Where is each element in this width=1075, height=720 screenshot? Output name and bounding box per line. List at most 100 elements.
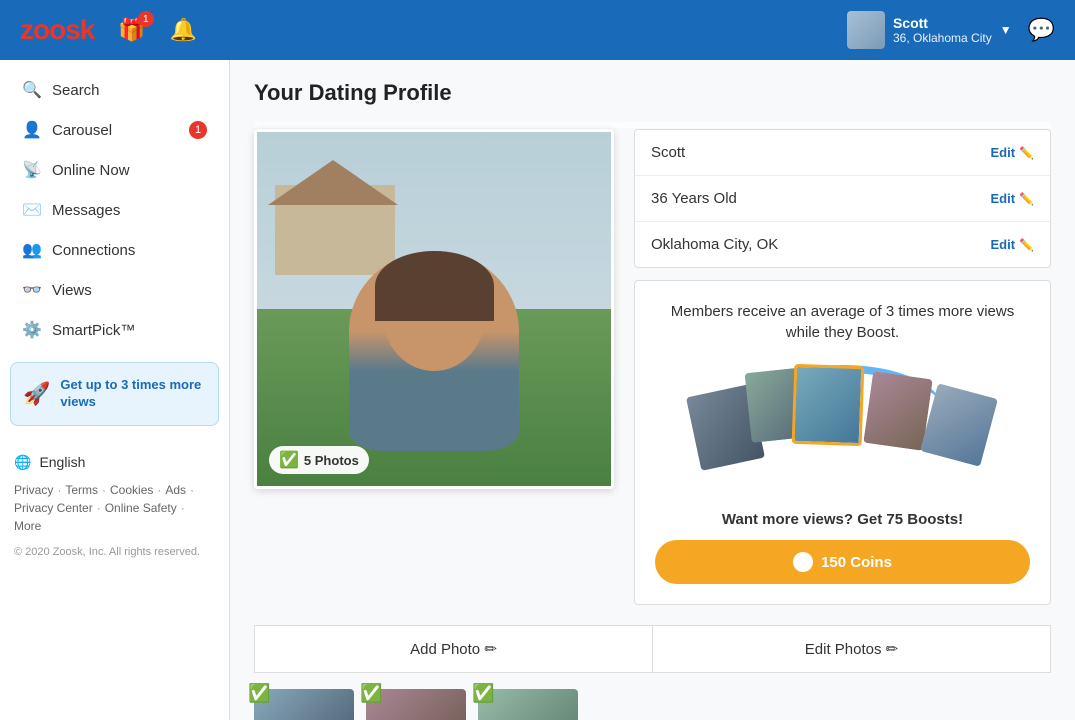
- coins-button[interactable]: 150 Coins: [655, 540, 1030, 584]
- roof: [268, 160, 398, 205]
- bell-icon[interactable]: 🔔: [170, 17, 197, 43]
- sidebar-item-messages[interactable]: ✉️ Messages: [10, 190, 219, 230]
- privacy-center-link[interactable]: Privacy Center: [14, 501, 93, 515]
- online-safety-link[interactable]: Online Safety: [105, 501, 177, 515]
- copyright: © 2020 Zoosk, Inc. All rights reserved.: [14, 545, 215, 560]
- sidebar-nav: 🔍 Search 👤 Carousel 1 📡 Online Now ✉️ Me…: [0, 70, 229, 350]
- sidebar: 🔍 Search 👤 Carousel 1 📡 Online Now ✉️ Me…: [0, 60, 230, 720]
- slider-top: [254, 122, 1051, 128]
- search-icon: 🔍: [22, 80, 42, 100]
- ads-link[interactable]: Ads: [165, 483, 186, 497]
- edit-age-button[interactable]: Edit ✏️: [990, 191, 1034, 206]
- messages-nav-icon: ✉️: [22, 200, 42, 220]
- user-age-value: 36 Years Old: [651, 190, 737, 207]
- info-panel: Scott Edit ✏️ 36 Years Old Edit ✏️: [634, 129, 1051, 605]
- boost-photo-4: [863, 371, 932, 451]
- logo[interactable]: zoosk: [20, 14, 94, 46]
- main-layout: 🔍 Search 👤 Carousel 1 📡 Online Now ✉️ Me…: [0, 60, 1075, 720]
- thumb-check-2: ✅: [360, 683, 382, 704]
- user-menu[interactable]: Scott 36, Oklahoma City ▼: [847, 11, 1012, 49]
- thumbnail-strip: ✅ ✅ ✅: [254, 673, 1051, 720]
- edit-location-button[interactable]: Edit ✏️: [990, 237, 1034, 252]
- add-photo-button[interactable]: Add Photo ✏: [254, 625, 652, 673]
- photo-count-text: 5 Photos: [304, 453, 359, 468]
- coins-label: 150 Coins: [821, 554, 892, 571]
- photo-placeholder: [257, 132, 611, 486]
- info-row-name: Scott Edit ✏️: [635, 130, 1050, 176]
- sidebar-label-smartpick: SmartPick™: [52, 322, 135, 339]
- sidebar-item-connections[interactable]: 👥 Connections: [10, 230, 219, 270]
- connections-icon: 👥: [22, 240, 42, 260]
- edit-name-button[interactable]: Edit ✏️: [990, 145, 1034, 160]
- main-content: Your Dating Profile: [230, 60, 1075, 720]
- sidebar-item-views[interactable]: 👓 Views: [10, 270, 219, 310]
- page-title: Your Dating Profile: [254, 80, 1051, 106]
- online-now-icon: 📡: [22, 160, 42, 180]
- info-row-location: Oklahoma City, OK Edit ✏️: [635, 222, 1050, 267]
- thumb-check-3: ✅: [472, 683, 494, 704]
- hair: [375, 251, 494, 321]
- thumb-1[interactable]: ✅: [254, 689, 354, 720]
- boost-box[interactable]: 🚀 Get up to 3 times more views: [10, 362, 219, 426]
- terms-link[interactable]: Terms: [65, 483, 98, 497]
- avatar: [847, 11, 885, 49]
- logo-text: zo: [20, 14, 49, 45]
- boost-photo-3: [791, 364, 864, 446]
- pencil-icon-2: ✏️: [1019, 192, 1034, 206]
- carousel-icon: 👤: [22, 120, 42, 140]
- boost-card-title: Members receive an average of 3 times mo…: [655, 301, 1030, 343]
- sidebar-label-views: Views: [52, 282, 92, 299]
- main-photo[interactable]: ✅ 5 Photos: [254, 129, 614, 489]
- pencil-icon: ✏️: [1019, 146, 1034, 160]
- rocket-icon: 🚀: [23, 381, 50, 407]
- person-shape: [349, 251, 519, 451]
- user-name: Scott: [893, 15, 992, 31]
- pencil-icon-3: ✏️: [1019, 238, 1034, 252]
- user-location-header: 36, Oklahoma City: [893, 31, 992, 45]
- thumb-3[interactable]: ✅: [478, 689, 578, 720]
- user-name-value: Scott: [651, 144, 685, 161]
- chevron-down-icon: ▼: [1000, 23, 1012, 37]
- bottom-actions: Add Photo ✏ Edit Photos ✏: [254, 625, 1051, 673]
- sidebar-label-messages: Messages: [52, 202, 120, 219]
- privacy-link[interactable]: Privacy: [14, 483, 53, 497]
- sidebar-footer: 🌐 English Privacy · Terms · Cookies · Ad…: [0, 438, 229, 570]
- info-card: Scott Edit ✏️ 36 Years Old Edit ✏️: [634, 129, 1051, 268]
- user-location-value: Oklahoma City, OK: [651, 236, 778, 253]
- language-selector[interactable]: 🌐 English: [14, 448, 215, 477]
- sidebar-item-smartpick[interactable]: ⚙️ SmartPick™: [10, 310, 219, 350]
- check-icon: ✅: [279, 450, 299, 470]
- sidebar-item-online-now[interactable]: 📡 Online Now: [10, 150, 219, 190]
- person: [349, 251, 519, 451]
- header: zoosk 🎁 1 🔔 Scott 36, Oklahoma City ▼ 💬: [0, 0, 1075, 60]
- carousel-badge: 1: [189, 121, 207, 139]
- sidebar-label-search: Search: [52, 82, 100, 99]
- more-link[interactable]: More: [14, 519, 41, 533]
- sidebar-label-connections: Connections: [52, 242, 135, 259]
- user-details: Scott 36, Oklahoma City: [893, 15, 992, 45]
- header-left: zoosk 🎁 1 🔔: [20, 14, 197, 46]
- edit-photos-label: Edit Photos ✏: [805, 640, 898, 658]
- photo-count-badge: ✅ 5 Photos: [269, 446, 369, 474]
- cookies-link[interactable]: Cookies: [110, 483, 153, 497]
- profile-photo-wrapper: ✅ 5 Photos: [254, 129, 614, 605]
- sidebar-item-carousel[interactable]: 👤 Carousel 1: [10, 110, 219, 150]
- sidebar-label-online-now: Online Now: [52, 162, 130, 179]
- thumb-check-1: ✅: [248, 683, 270, 704]
- footer-links: Privacy · Terms · Cookies · Ads · Privac…: [14, 483, 215, 533]
- sidebar-item-search[interactable]: 🔍 Search: [10, 70, 219, 110]
- thumb-2[interactable]: ✅: [366, 689, 466, 720]
- language-label: English: [39, 454, 85, 470]
- globe-icon: 🌐: [14, 454, 31, 471]
- boost-card: Members receive an average of 3 times mo…: [634, 280, 1051, 605]
- views-icon: 👓: [22, 280, 42, 300]
- add-photo-label: Add Photo ✏: [410, 640, 497, 658]
- boost-subtitle: Want more views? Get 75 Boosts!: [655, 511, 1030, 528]
- boost-box-text: Get up to 3 times more views: [60, 377, 206, 411]
- logo-o: o: [49, 14, 65, 45]
- messages-icon[interactable]: 💬: [1028, 17, 1055, 43]
- boost-photos: [693, 360, 993, 490]
- gifts-icon[interactable]: 🎁 1: [118, 17, 145, 43]
- sidebar-label-carousel: Carousel: [52, 122, 112, 139]
- edit-photos-button[interactable]: Edit Photos ✏: [652, 625, 1051, 673]
